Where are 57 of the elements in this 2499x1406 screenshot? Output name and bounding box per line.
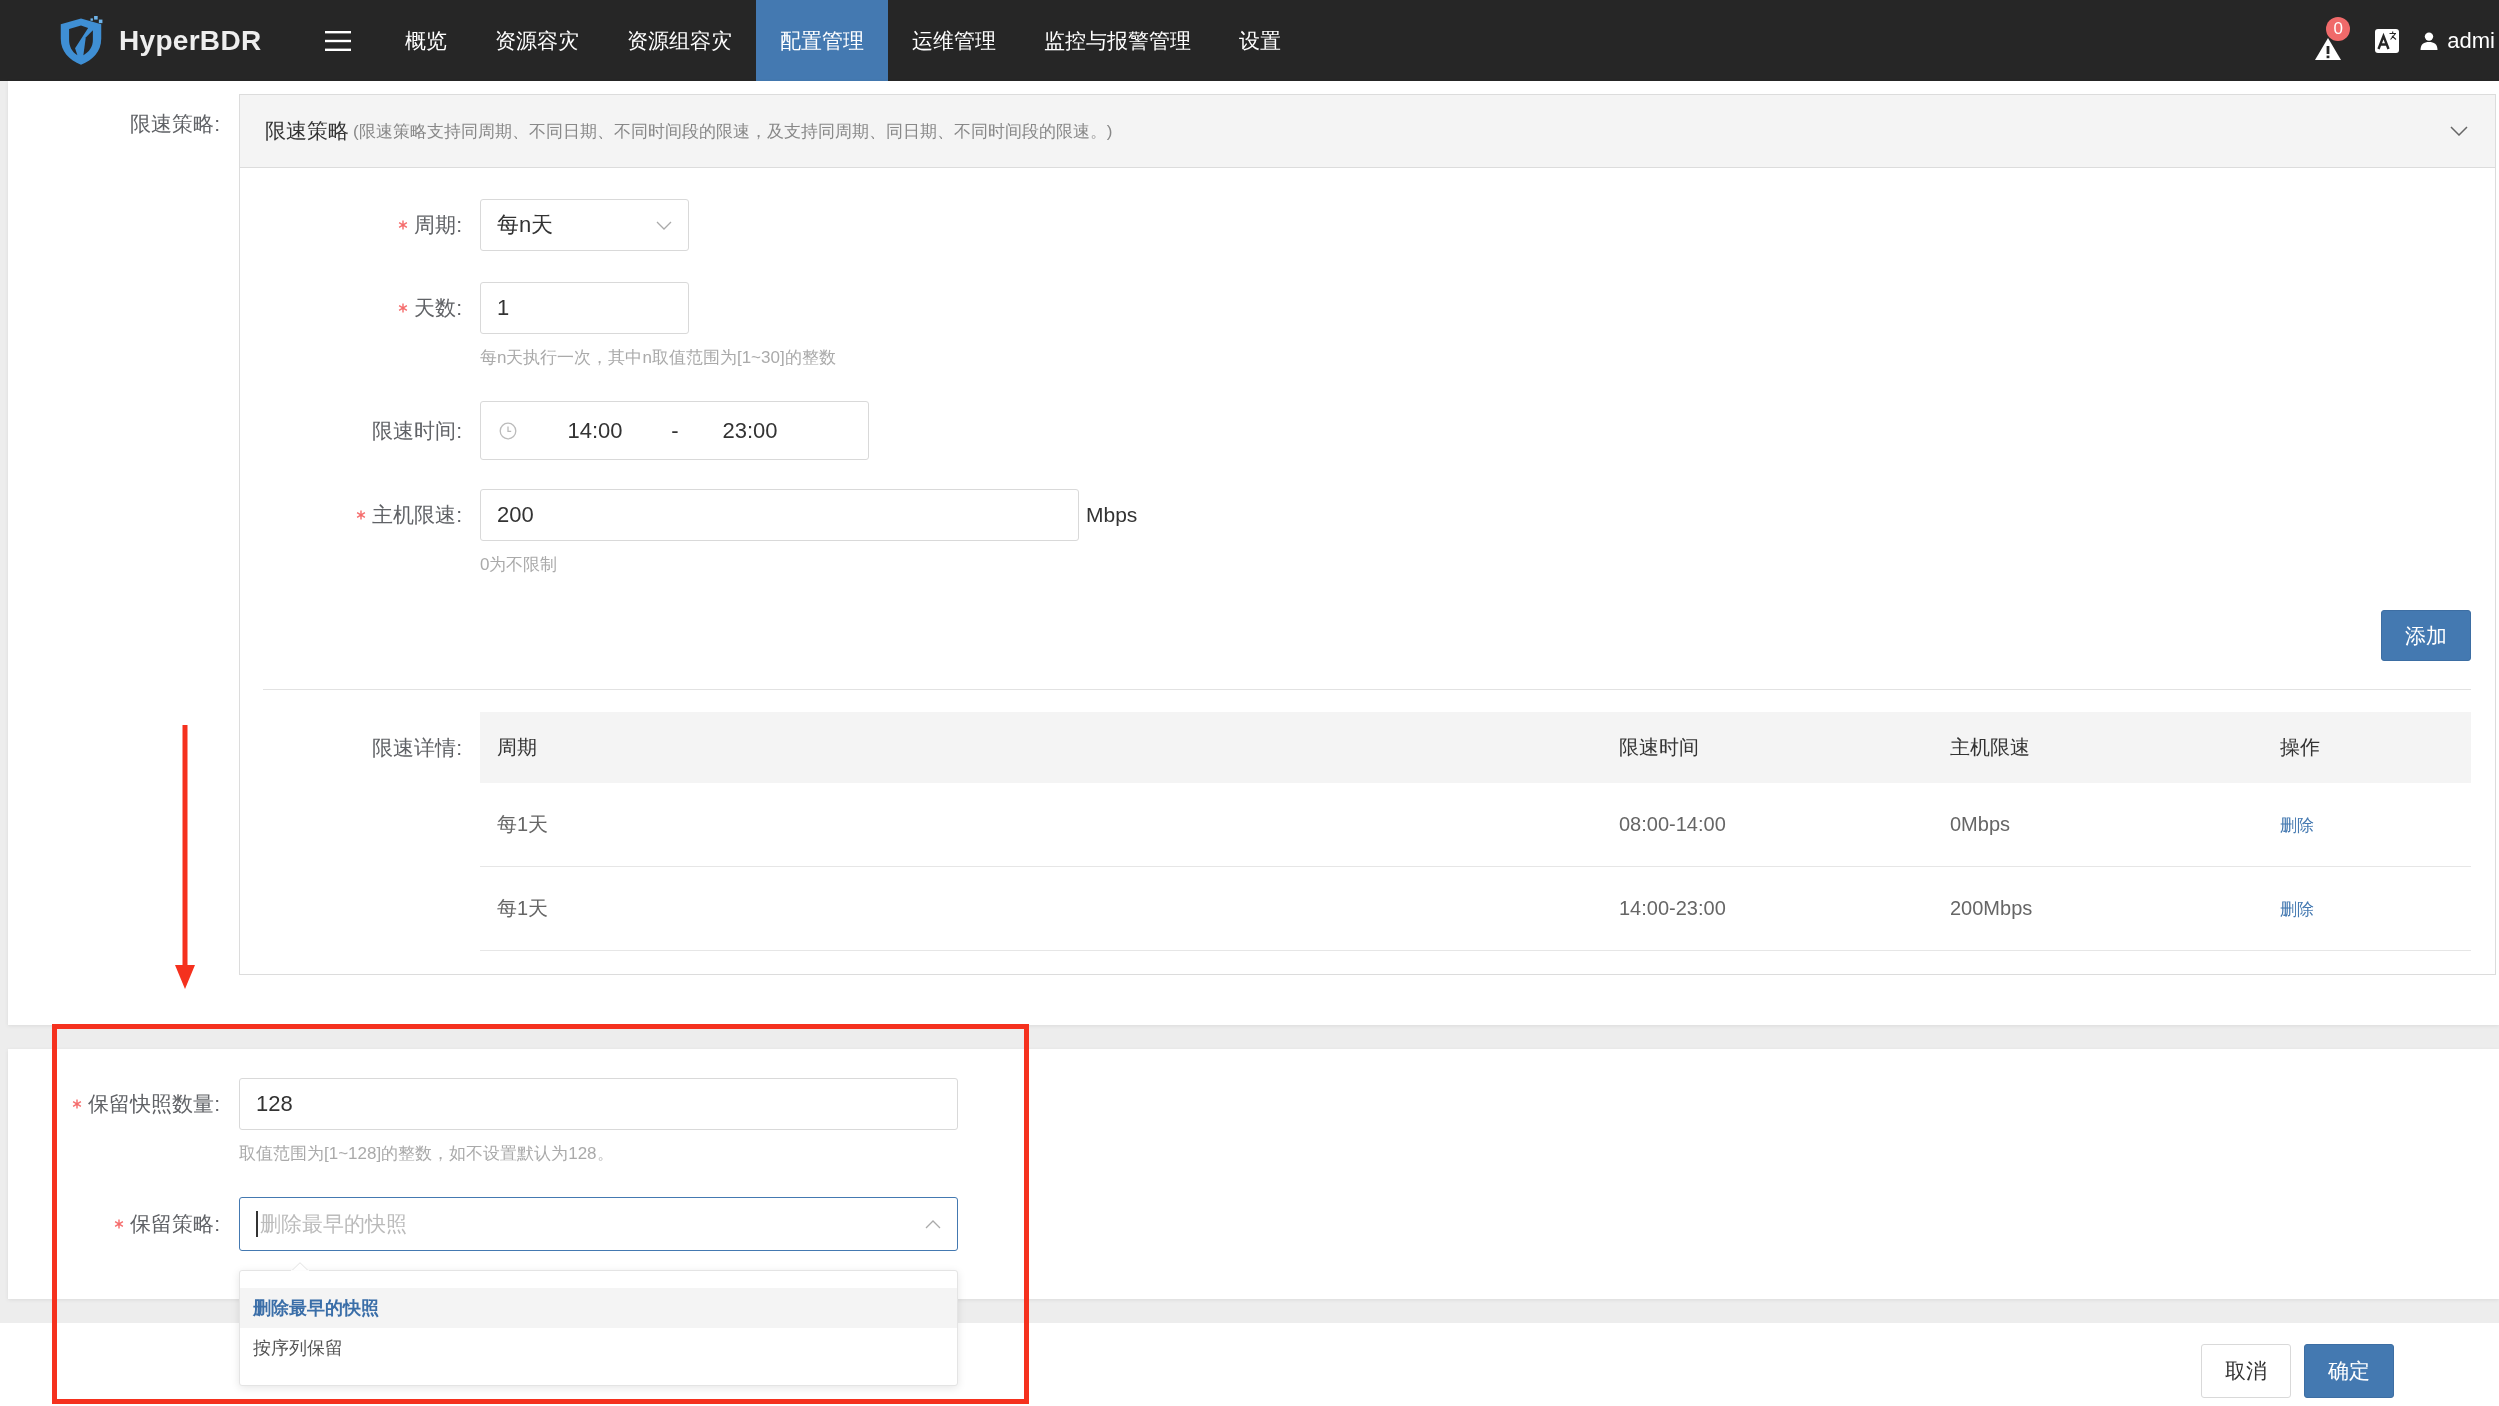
table-cell: 0Mbps bbox=[1950, 813, 2011, 835]
table-cell: 每1天 bbox=[497, 813, 549, 835]
unit-label: Mbps bbox=[1086, 503, 1138, 527]
column-header: 操作 bbox=[2280, 736, 2320, 758]
table-cell: 14:00-23:00 bbox=[1619, 897, 1726, 919]
period-select[interactable]: 每n天 bbox=[480, 199, 689, 251]
confirm-button[interactable]: 确定 bbox=[2304, 1344, 2394, 1398]
field-label: 保留策略: bbox=[130, 1211, 220, 1237]
dropdown-option[interactable]: 按序列保留 bbox=[240, 1328, 957, 1368]
brand-name: HyperBDR bbox=[119, 24, 262, 57]
field-label: 限速策略: bbox=[130, 113, 220, 135]
table-cell: 08:00-14:00 bbox=[1619, 813, 1726, 835]
username[interactable]: admi bbox=[2447, 27, 2495, 54]
add-button[interactable]: 添加 bbox=[2381, 610, 2471, 661]
nav-tab[interactable]: 资源组容灾 bbox=[603, 0, 757, 81]
collapse-panel-header[interactable]: 限速策略 (限速策略支持同周期、不同日期、不同时间段的限速，及支持同周期、同日期、不同时间段的限速。) bbox=[240, 95, 2495, 168]
help-text: 取值范围为[1~128]的整数，如不设置默认为128。 bbox=[239, 1144, 614, 1163]
snapshot-count-input[interactable]: 128 bbox=[239, 1078, 958, 1130]
column-header: 主机限速 bbox=[1950, 736, 2030, 758]
nav-tab[interactable]: 监控与报警管理 bbox=[1020, 0, 1216, 81]
nav-tab[interactable]: 概览 bbox=[381, 0, 472, 81]
field-label: 保留快照数量: bbox=[88, 1091, 220, 1117]
help-text: 0为不限制 bbox=[480, 555, 558, 574]
field-label: 主机限速: bbox=[372, 502, 462, 528]
nav-tab[interactable]: 资源容灾 bbox=[471, 0, 604, 81]
nav-tab[interactable]: 配置管理 bbox=[756, 0, 889, 81]
help-text: 每n天执行一次，其中n取值范围为[1~30]的整数 bbox=[480, 348, 836, 367]
nav-tab[interactable]: 设置 bbox=[1215, 0, 1306, 81]
cancel-button[interactable]: 取消 bbox=[2201, 1344, 2291, 1398]
field-label: 天数: bbox=[414, 295, 462, 321]
field-label: 限速详情: bbox=[372, 734, 462, 761]
panel-title: 限速策略 bbox=[265, 118, 349, 144]
start-time-input[interactable]: 14:00 bbox=[567, 417, 623, 443]
delete-link[interactable]: 删除 bbox=[2280, 815, 2314, 835]
clock-icon bbox=[499, 421, 517, 440]
notification-count-badge: 0 bbox=[2326, 16, 2351, 41]
user-icon[interactable] bbox=[2420, 31, 2439, 50]
text-cursor-icon bbox=[256, 1211, 258, 1237]
column-header: 限速时间 bbox=[1619, 736, 1699, 758]
field-label: 限速时间: bbox=[372, 417, 462, 444]
column-header: 周期 bbox=[497, 736, 537, 758]
warning-icon[interactable] bbox=[2314, 36, 2343, 61]
panel-note: (限速策略支持同周期、不同日期、不同时间段的限速，及支持同周期、同日期、不同时间段的限速。) bbox=[353, 120, 1113, 143]
table-cell: 200Mbps bbox=[1950, 897, 2033, 919]
chevron-down-icon bbox=[656, 220, 672, 230]
host-limit-input[interactable]: 200 bbox=[480, 489, 1079, 541]
menu-icon[interactable] bbox=[325, 29, 352, 52]
range-separator: - bbox=[671, 417, 679, 443]
days-input[interactable]: 1 bbox=[480, 282, 689, 334]
end-time-input[interactable]: 23:00 bbox=[722, 417, 778, 443]
field-label: 周期: bbox=[414, 212, 462, 238]
chevron-down-icon[interactable] bbox=[2450, 126, 2468, 136]
delete-link[interactable]: 删除 bbox=[2280, 899, 2314, 919]
translate-icon[interactable] bbox=[2375, 28, 2400, 53]
table-cell: 每1天 bbox=[497, 897, 549, 919]
nav-tab[interactable]: 运维管理 bbox=[888, 0, 1021, 81]
dropdown-option[interactable]: 删除最早的快照 bbox=[240, 1288, 957, 1328]
